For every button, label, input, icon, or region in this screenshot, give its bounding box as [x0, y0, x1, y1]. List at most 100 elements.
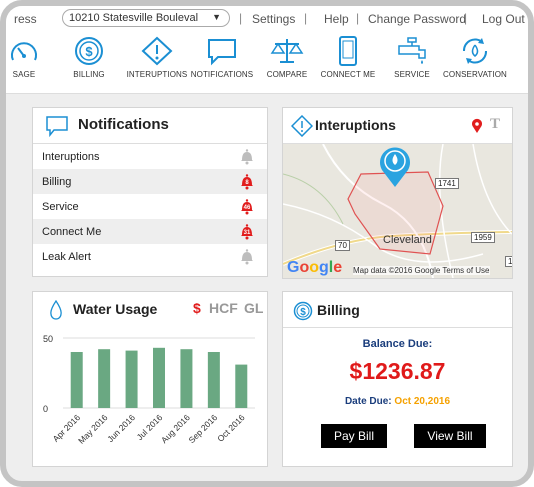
- usage-bar: [125, 350, 138, 408]
- app-frame: ress 10210 Statesville Bouleval ▼ | Sett…: [0, 0, 534, 487]
- nav-item-notifications[interactable]: NOTIFICATIONS: [190, 36, 254, 79]
- notifications-header: Notifications: [33, 108, 267, 144]
- notification-label: Interuptions: [42, 151, 100, 163]
- main-nav: SAGE $ BILLING INTERUPTIONS NOTIFICATION…: [6, 32, 528, 94]
- settings-link[interactable]: Settings: [252, 12, 295, 26]
- dollar-icon: $: [75, 37, 103, 65]
- nav-label: SERVICE: [394, 70, 430, 79]
- notification-label: Billing: [42, 176, 72, 188]
- usage-bar: [235, 364, 248, 408]
- change-password-link[interactable]: Change Password: [368, 12, 466, 26]
- balance-due-amount: $1236.87: [349, 358, 446, 384]
- phone-icon: [339, 36, 357, 66]
- notification-label: Service: [42, 201, 79, 213]
- usage-bar: [180, 349, 193, 408]
- water-drop-pin-icon[interactable]: [378, 146, 412, 188]
- address-select[interactable]: 10210 Statesville Bouleval ▼: [62, 9, 230, 27]
- top-bar: ress 10210 Statesville Bouleval ▼ | Sett…: [6, 6, 528, 32]
- billing-panel: $ Billing Balance Due: $1236.87 Date Due…: [282, 291, 513, 467]
- y-tick-label: 50: [43, 334, 53, 344]
- scale-icon: [270, 39, 304, 63]
- nav-label: SAGE: [12, 70, 36, 79]
- interuptions-panel: Interuptions T 1741 70 1959 Cleveland Go…: [282, 107, 513, 279]
- notification-label: Leak Alert: [42, 251, 91, 263]
- y-tick-label: 0: [43, 404, 48, 414]
- logout-link[interactable]: Log Out: [482, 12, 525, 26]
- help-link[interactable]: Help: [324, 12, 349, 26]
- divider: |: [304, 11, 308, 25]
- nav-item-service[interactable]: SERVICE: [386, 36, 438, 79]
- x-tick-label: Aug 2016: [159, 412, 192, 445]
- unit-hcf-toggle[interactable]: HCF: [209, 300, 238, 316]
- panel-title: Billing: [317, 302, 360, 318]
- route-shield: 1: [505, 256, 512, 267]
- text-filter-icon[interactable]: T: [490, 116, 500, 133]
- recycle-drop-icon: [462, 38, 488, 64]
- bell-icon: [241, 149, 253, 165]
- water-usage-panel: Water Usage $ HCF GL 0 50 Apr 2016 May 2016…: [32, 291, 268, 467]
- nav-label: CONNECT ME: [320, 70, 376, 79]
- x-tick-label: May 2016: [76, 412, 110, 446]
- divider: |: [356, 11, 360, 25]
- x-tick-label: Sep 2016: [186, 412, 219, 445]
- bell-icon: 46: [241, 199, 253, 215]
- nav-item-connect-me[interactable]: CONNECT ME: [320, 36, 376, 79]
- nav-item-conservation[interactable]: CONSERVATION: [438, 36, 512, 79]
- nav-label: CONSERVATION: [443, 70, 507, 79]
- unit-gl-toggle[interactable]: GL: [244, 300, 263, 316]
- notification-count: 46: [244, 205, 251, 211]
- notifications-panel: Notifications Interuptions Billing 8 Ser…: [32, 107, 268, 277]
- date-due-value: Oct 20,2016: [394, 396, 451, 407]
- map-credit: Map data ©2016 Google Terms of Use: [353, 266, 490, 275]
- chevron-down-icon: ▼: [212, 12, 221, 22]
- water-usage-header: Water Usage $ HCF GL: [33, 292, 267, 328]
- water-usage-chart: 050Apr 2016May 2016Jun 2016Jul 2016Aug 2…: [43, 334, 255, 446]
- unit-dollar-toggle[interactable]: $: [193, 300, 201, 316]
- nav-item-usage[interactable]: SAGE: [6, 36, 46, 79]
- notification-count: 31: [244, 230, 251, 236]
- divider: |: [464, 11, 468, 25]
- interuptions-map[interactable]: 1741 70 1959 1 Cleveland Google Map data…: [283, 144, 512, 278]
- notification-label: Connect Me: [42, 226, 102, 238]
- address-label: ress: [14, 12, 37, 26]
- water-drop-icon: [50, 300, 62, 320]
- faucet-icon: [398, 37, 426, 64]
- panel-title: Interuptions: [315, 117, 396, 133]
- map-pin-icon[interactable]: [471, 118, 483, 134]
- map-city-label: Cleveland: [383, 234, 432, 246]
- view-bill-button[interactable]: View Bill: [414, 424, 486, 448]
- warning-icon: [141, 36, 173, 66]
- usage-bar: [153, 347, 165, 408]
- notification-row-interuptions[interactable]: Interuptions: [33, 144, 267, 169]
- route-shield: 1741: [435, 178, 459, 189]
- chat-icon: [46, 116, 68, 137]
- chat-icon: [208, 39, 236, 66]
- notification-row-connect-me[interactable]: Connect Me 31: [33, 219, 267, 244]
- notification-row-leak-alert[interactable]: Leak Alert: [33, 244, 267, 269]
- nav-item-billing[interactable]: $ BILLING: [66, 36, 112, 79]
- nav-item-compare[interactable]: COMPARE: [262, 36, 312, 79]
- notification-row-service[interactable]: Service 46: [33, 194, 267, 219]
- bell-icon: 31: [241, 224, 253, 240]
- panel-title: Water Usage: [73, 301, 158, 317]
- usage-bar: [70, 352, 83, 408]
- nav-label: NOTIFICATIONS: [190, 70, 254, 79]
- balance-due-label: Balance Due:: [362, 338, 433, 350]
- notification-row-billing[interactable]: Billing 8: [33, 169, 267, 194]
- route-shield: 1959: [471, 232, 495, 243]
- billing-header: $ Billing: [283, 292, 512, 328]
- divider: |: [239, 11, 243, 25]
- date-due: Date Due: Oct 20,2016: [283, 396, 512, 407]
- dollar-icon: $: [293, 301, 313, 321]
- x-tick-label: Oct 2016: [215, 412, 247, 444]
- interuptions-header: Interuptions T: [283, 108, 512, 144]
- usage-bar: [98, 349, 111, 408]
- nav-label: BILLING: [73, 70, 105, 79]
- usage-bar: [207, 352, 220, 408]
- svg-text:$: $: [300, 307, 306, 318]
- pay-bill-button[interactable]: Pay Bill: [321, 424, 387, 448]
- date-due-label: Date Due:: [344, 396, 392, 407]
- address-value: 10210 Statesville Bouleval: [69, 12, 199, 24]
- gauge-icon: [11, 42, 37, 61]
- nav-item-interuptions[interactable]: INTERUPTIONS: [124, 36, 190, 79]
